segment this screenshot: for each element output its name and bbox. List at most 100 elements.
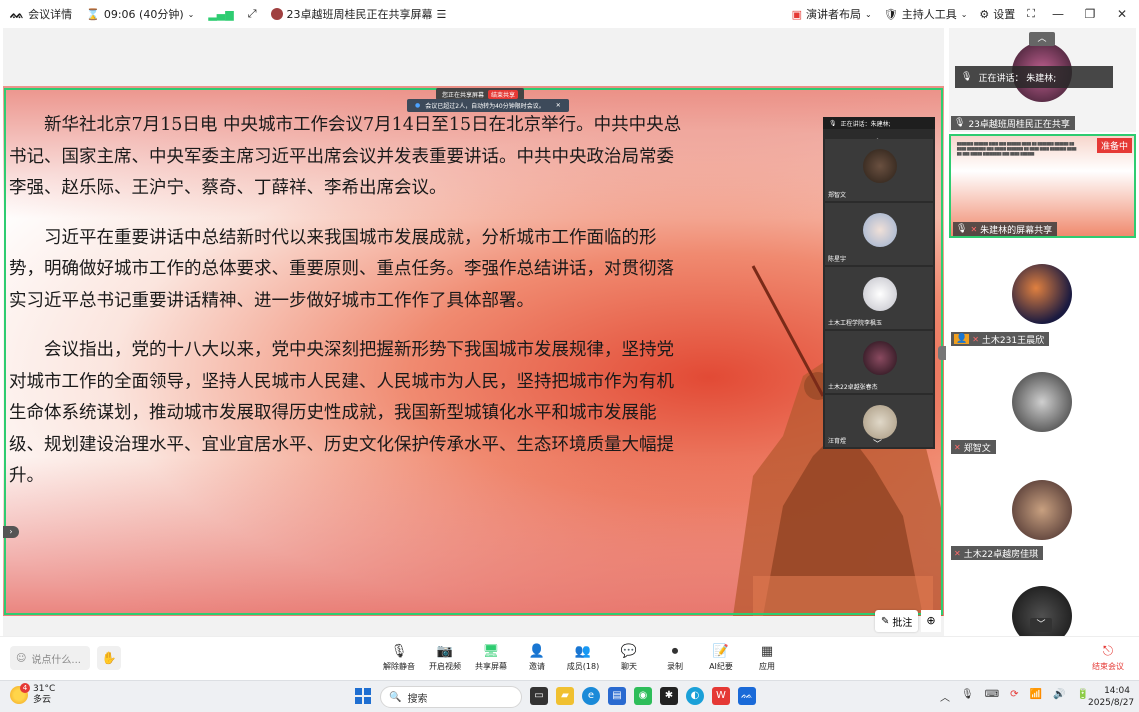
members-icon: 👥	[574, 644, 592, 659]
end-share-button[interactable]: 结束共享	[488, 89, 519, 99]
scroll-down-button[interactable]: ﹀	[1030, 618, 1052, 632]
avatar	[863, 213, 897, 247]
share-status[interactable]: 23卓越班周桂民正在共享屏幕 ☰	[270, 6, 447, 22]
overlay-tile: 土木22卓越张春杰	[825, 331, 933, 393]
slide-paragraph: 习近平在重要讲话中总结新时代以来我国城市发展成就，分析城市工作面临的形势，明确做…	[9, 227, 674, 311]
unmute-button[interactable]: 🎙 解除静音	[376, 643, 422, 672]
avatar	[1012, 372, 1072, 432]
close-icon[interactable]: ✕	[556, 102, 561, 109]
chevron-down-icon[interactable]: ﹀	[873, 437, 882, 450]
avatar	[863, 277, 897, 311]
wps-icon[interactable]: W	[712, 687, 730, 705]
signal-icon[interactable]: ▂▄▆	[208, 8, 233, 21]
overlay-name: 郑智文	[828, 192, 847, 199]
wifi-icon[interactable]: 📶	[1030, 689, 1042, 704]
wechat-icon[interactable]: ◉	[634, 687, 652, 705]
collapse-right-tab[interactable]	[938, 346, 946, 360]
end-meeting-button[interactable]: ⎋ 结束会议	[1088, 643, 1128, 672]
slide-body: 新华社北京7月15日电 中央城市工作会议7月14日至15日在北京举行。中共中央总…	[9, 110, 689, 511]
collapse-left-tab[interactable]: ›	[3, 526, 19, 538]
shield-icon: 🛡	[883, 7, 898, 21]
share-screen-button[interactable]: 🖥 共享屏幕	[468, 643, 514, 672]
share-pill-label: 您正在共享屏幕	[442, 91, 485, 99]
apps-button[interactable]: ▦ 应用	[744, 643, 790, 672]
participant-name: ✕ 郑智文	[951, 440, 996, 454]
tool-label: 录制	[667, 662, 683, 671]
start-button[interactable]	[355, 688, 371, 704]
participant-name: ✕ 土木22卓越房佳琪	[951, 546, 1044, 560]
participant-tile[interactable]: ✕ 郑智文	[949, 352, 1136, 454]
start-video-button[interactable]: 📷 开启视频	[422, 643, 468, 672]
tool-label: AI纪要	[709, 662, 733, 671]
ime-icon[interactable]: ⌨	[985, 689, 999, 704]
menu-icon: ☰	[436, 7, 447, 21]
avatar	[863, 341, 897, 375]
clock-time: 14:04	[1104, 686, 1130, 696]
maximize-icon[interactable]: ❐	[1079, 7, 1101, 21]
chevron-down-icon: ⌄	[865, 9, 872, 19]
avatar	[863, 149, 897, 183]
file-explorer-icon[interactable]: ▰	[556, 687, 574, 705]
settings-button[interactable]: ⚙ 设置	[979, 6, 1015, 22]
task-view-icon[interactable]: ▭	[530, 687, 548, 705]
participant-tile[interactable]: ✕ 土木22卓越房佳琪	[949, 460, 1136, 560]
browser-icon[interactable]: ◐	[686, 687, 704, 705]
record-button[interactable]: ⏺ 录制	[652, 643, 698, 672]
screen-share-thumbnail[interactable]: ███████ ██████ ████ ███ ██████ ████ ██ █…	[949, 134, 1136, 238]
mic-off-icon: ✕	[954, 442, 961, 452]
clock[interactable]: 14:04 2025/8/27	[1088, 685, 1134, 709]
mic-icon[interactable]: 🎙	[961, 689, 974, 704]
participant-name: 🎙 23卓越班周桂民正在共享	[951, 116, 1075, 130]
search-icon: 🔍	[389, 691, 402, 703]
close-icon[interactable]: ✕	[1111, 7, 1133, 21]
participant-name-label: 土木22卓越房佳琪	[963, 549, 1039, 560]
sharer-avatar	[270, 8, 283, 20]
scroll-up-button[interactable]: ︿	[1029, 32, 1055, 46]
title-bar: ᨐ 会议详情 ⌛ 09:06 (40分钟) ⌄ ▂▄▆ ⤢ 23卓越班周桂民正在…	[0, 0, 1139, 28]
edge-icon[interactable]: e	[582, 687, 600, 705]
invite-button[interactable]: 👤 邀请	[514, 643, 560, 672]
overlay-name: 土木22卓越张春杰	[828, 384, 878, 391]
camera-off-icon: 📷	[436, 644, 454, 659]
chevron-up-icon[interactable]: ︿	[940, 689, 950, 704]
overlay-name: 汪育煜	[828, 438, 847, 445]
members-button[interactable]: 👥 成员(18)	[560, 643, 606, 672]
meeting-timer[interactable]: ⌛ 09:06 (40分钟) ⌄	[86, 6, 194, 22]
participant-name-label: 朱建林的屏幕共享	[980, 225, 1053, 236]
layout-label: 演讲者布局	[806, 8, 862, 21]
emoji-icon[interactable]: ☺	[16, 653, 26, 664]
raise-hand-icon[interactable]: ✋	[97, 646, 121, 670]
layout-button[interactable]: ▣ 演讲者布局 ⌄	[792, 6, 872, 22]
volume-icon[interactable]: 🔊	[1053, 689, 1065, 704]
speaking-label: 正在讲话： 朱建林;	[978, 73, 1057, 84]
antivirus-icon[interactable]: ⟳	[1010, 689, 1018, 704]
chat-button[interactable]: 💬 聊天	[606, 643, 652, 672]
notice-text: 会议已超过2人，自动转为40分钟限时会议。	[425, 103, 545, 110]
fullscreen-icon[interactable]: ⛶	[1027, 7, 1035, 21]
store-icon[interactable]: ▤	[608, 687, 626, 705]
share-screen-icon: 🖥	[482, 644, 500, 659]
popout-icon[interactable]: ⤢	[248, 7, 257, 21]
meeting-details-label: 会议详情	[28, 8, 73, 21]
chat-input[interactable]: ☺ 说点什么...	[10, 646, 90, 670]
terminal-icon[interactable]: ✱	[660, 687, 678, 705]
thumbnail-text: ███████ ██████ ████ ███ ██████ ████ ██ █…	[957, 142, 1077, 156]
weather-condition: 多云	[33, 695, 52, 705]
weather-widget[interactable]: 4 31°C 多云	[10, 683, 55, 706]
tool-label: 成员(18)	[566, 662, 600, 671]
annotate-button[interactable]: ✎ 批注	[875, 610, 919, 632]
time-limit-notice: ● 会议已超过2人，自动转为40分钟限时会议。 ✕	[407, 99, 569, 112]
minimize-icon[interactable]: —	[1047, 7, 1069, 21]
participant-panel: 🎙 正在讲话： 朱建林; 🎙 23卓越班周桂民正在共享 ︿ ███████ ██…	[946, 28, 1139, 636]
tool-label: 聊天	[621, 662, 637, 671]
mic-icon: 🎙	[956, 224, 968, 234]
participant-tile[interactable]: 👤 ✕ 土木231王晨欣	[949, 244, 1136, 346]
meeting-details-button[interactable]: ᨐ 会议详情	[10, 6, 72, 22]
host-tools-button[interactable]: 🛡 主持人工具 ⌄	[884, 6, 968, 22]
invite-icon: 👤	[528, 644, 546, 659]
zoom-icon[interactable]: ⊕	[921, 610, 941, 632]
tencent-meeting-icon[interactable]: ᨐ	[738, 687, 756, 705]
ai-notes-button[interactable]: 📝 AI纪要	[698, 643, 744, 672]
toolbar-tools: 🎙 解除静音 📷 开启视频 🖥 共享屏幕 👤 邀请 👥 成员(18) 💬 聊天 …	[376, 643, 790, 672]
taskbar-search[interactable]: 🔍 搜索	[380, 686, 522, 708]
